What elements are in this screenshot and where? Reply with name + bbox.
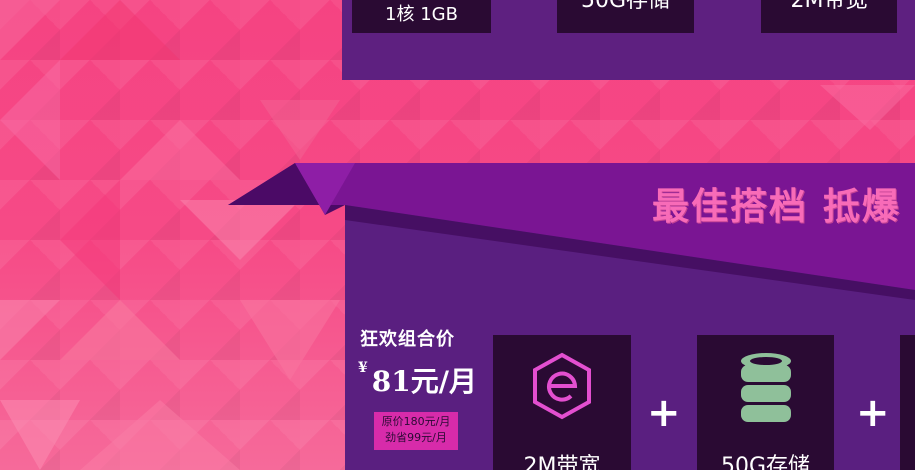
- product-tile-cpu[interactable]: [900, 335, 915, 470]
- plus-sign: +: [647, 390, 681, 436]
- database-icon: [740, 353, 791, 422]
- savings-text: 劲省99元/月: [385, 431, 447, 444]
- discount-badge: 原价180元/月 劲省99元/月: [374, 412, 458, 450]
- banner-slogan: 最佳搭档 抵爆: [652, 185, 901, 228]
- combo-price-title: 狂欢组合价: [360, 329, 455, 350]
- price-amount: 81元/月: [371, 365, 477, 398]
- product-label: 50G存储: [720, 454, 811, 470]
- product-tile-bandwidth[interactable]: 2M带宽: [493, 335, 631, 470]
- original-price: 原价180元/月: [381, 415, 451, 428]
- product-label: 2M带宽: [523, 454, 601, 470]
- currency-symbol: ¥: [358, 360, 368, 376]
- plus-sign: +: [856, 390, 890, 436]
- combo-price: ¥81元/月: [358, 360, 477, 400]
- product-tile-storage[interactable]: 50G存储: [697, 335, 834, 470]
- bandwidth-e-icon: [533, 352, 591, 420]
